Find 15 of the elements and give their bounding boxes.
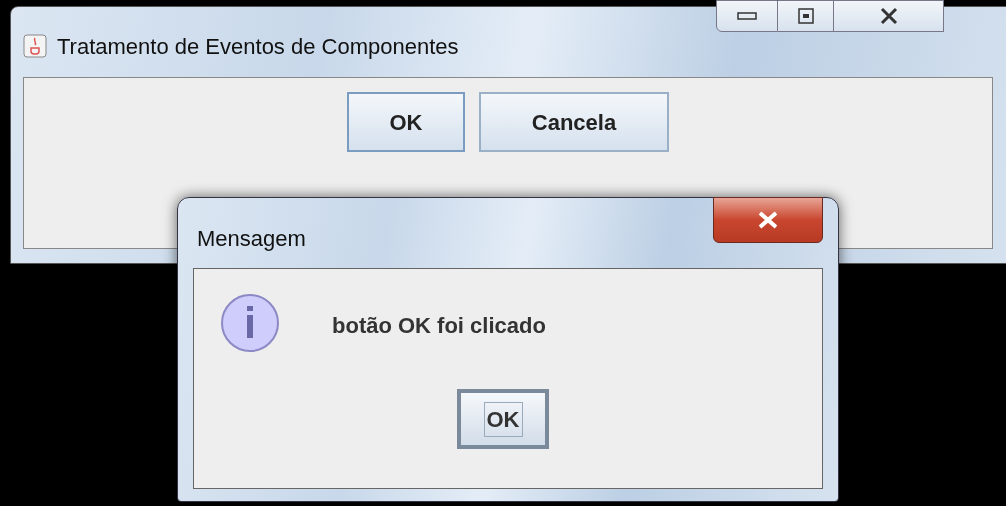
java-cup-icon [23, 34, 47, 58]
close-icon [878, 7, 899, 25]
dialog-button[interactable]: Cancela [479, 92, 669, 152]
dialog-button[interactable]: OK [347, 92, 465, 152]
close-button[interactable] [713, 197, 823, 243]
close-button[interactable] [834, 0, 944, 32]
window-title: Tratamento de Eventos de Componentes [57, 32, 459, 61]
maximize-button[interactable] [778, 0, 834, 32]
dialog-button[interactable]: OK [457, 389, 549, 449]
minimize-button[interactable] [716, 0, 778, 32]
minimize-icon [737, 12, 757, 20]
dialog-title: Mensagem [197, 224, 306, 253]
maximize-icon [797, 8, 814, 24]
message-text: botão OK foi clicado [332, 311, 546, 340]
close-icon [757, 211, 779, 229]
